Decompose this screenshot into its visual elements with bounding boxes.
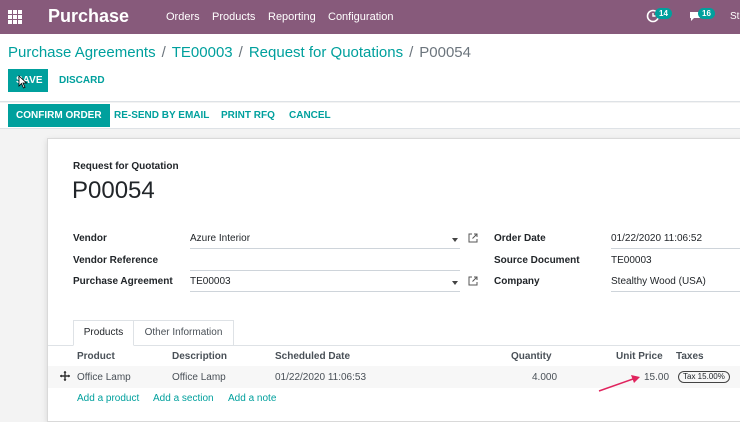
add-note-link[interactable]: Add a note [228, 393, 276, 404]
discard-button[interactable]: DISCARD [59, 69, 105, 92]
menu-configuration[interactable]: Configuration [328, 11, 393, 23]
line-product[interactable]: Office Lamp [77, 372, 131, 383]
document-name: P00054 [72, 177, 155, 204]
breadcrumb-purchase-agreements[interactable]: Purchase Agreements [8, 44, 156, 61]
tab-products[interactable]: Products [73, 320, 134, 346]
dropdown-caret-icon[interactable] [452, 238, 458, 242]
activity-count-badge: 14 [655, 8, 672, 19]
order-date-label: Order Date [494, 233, 546, 244]
add-product-link[interactable]: Add a product [77, 393, 139, 404]
column-header-product[interactable]: Product [77, 351, 115, 362]
external-link-icon[interactable] [468, 233, 478, 243]
apps-grid-icon[interactable] [8, 10, 22, 24]
add-section-link[interactable]: Add a section [153, 393, 214, 404]
column-header-scheduled-date[interactable]: Scheduled Date [275, 351, 350, 362]
vendor-reference-label: Vendor Reference [73, 255, 159, 266]
user-menu[interactable]: St [730, 11, 739, 22]
dropdown-caret-icon[interactable] [452, 281, 458, 285]
menu-reporting[interactable]: Reporting [268, 11, 316, 23]
table-row[interactable] [48, 366, 740, 388]
app-brand[interactable]: Purchase [48, 6, 129, 27]
order-date-field[interactable]: 01/22/2020 11:06:52 [611, 232, 740, 249]
breadcrumb-agreement[interactable]: TE00003 [172, 44, 233, 61]
save-button[interactable]: SAVE [8, 69, 48, 92]
mouse-cursor-icon [18, 75, 28, 89]
purchase-agreement-field[interactable]: TE00003 [190, 275, 460, 292]
cancel-button[interactable]: CANCEL [289, 104, 331, 127]
breadcrumb-rfqs[interactable]: Request for Quotations [249, 44, 403, 61]
breadcrumb-separator: / [161, 44, 166, 61]
breadcrumb-separator: / [409, 44, 414, 61]
line-unit-price[interactable]: 15.00 [644, 372, 669, 383]
document-type-label: Request for Quotation [73, 161, 179, 172]
line-description[interactable]: Office Lamp [172, 372, 226, 383]
print-rfq-button[interactable]: PRINT RFQ [221, 104, 275, 127]
column-header-quantity[interactable]: Quantity [511, 351, 552, 362]
top-navbar: Purchase Orders Products Reporting Confi… [0, 0, 740, 34]
column-header-description[interactable]: Description [172, 351, 227, 362]
form-sheet: Request for Quotation P00054 Vendor Azur… [47, 138, 740, 422]
drag-handle-icon[interactable] [60, 371, 70, 381]
messages-count-badge: 16 [698, 8, 715, 19]
menu-products[interactable]: Products [212, 11, 255, 23]
source-document-value: TE00003 [611, 255, 652, 266]
control-panel: Purchase Agreements / TE00003 / Request for … [0, 34, 740, 102]
column-header-taxes[interactable]: Taxes [676, 351, 704, 362]
breadcrumb: Purchase Agreements / TE00003 / Request for … [8, 44, 471, 61]
statusbar: CONFIRM ORDER RE-SEND BY EMAIL PRINT RFQ… [0, 103, 740, 129]
breadcrumb-current: P00054 [419, 44, 471, 61]
vendor-reference-field[interactable] [190, 254, 460, 271]
resend-email-button[interactable]: RE-SEND BY EMAIL [114, 104, 209, 127]
column-header-unit-price[interactable]: Unit Price [616, 351, 663, 362]
line-scheduled-date[interactable]: 01/22/2020 11:06:53 [275, 372, 366, 383]
tax-tag[interactable]: Tax 15.00% [678, 371, 730, 383]
vendor-field[interactable]: Azure Interior [190, 232, 460, 249]
company-label: Company [494, 276, 540, 287]
vendor-label: Vendor [73, 233, 107, 244]
confirm-order-button[interactable]: CONFIRM ORDER [8, 104, 110, 127]
breadcrumb-separator: / [238, 44, 243, 61]
menu-orders[interactable]: Orders [166, 11, 200, 23]
line-quantity[interactable]: 4.000 [532, 372, 557, 383]
company-field[interactable]: Stealthy Wood (USA) [611, 275, 740, 292]
source-document-label: Source Document [494, 255, 580, 266]
purchase-agreement-label: Purchase Agreement [73, 276, 173, 287]
tab-other-information[interactable]: Other Information [134, 320, 234, 346]
external-link-icon[interactable] [468, 276, 478, 286]
